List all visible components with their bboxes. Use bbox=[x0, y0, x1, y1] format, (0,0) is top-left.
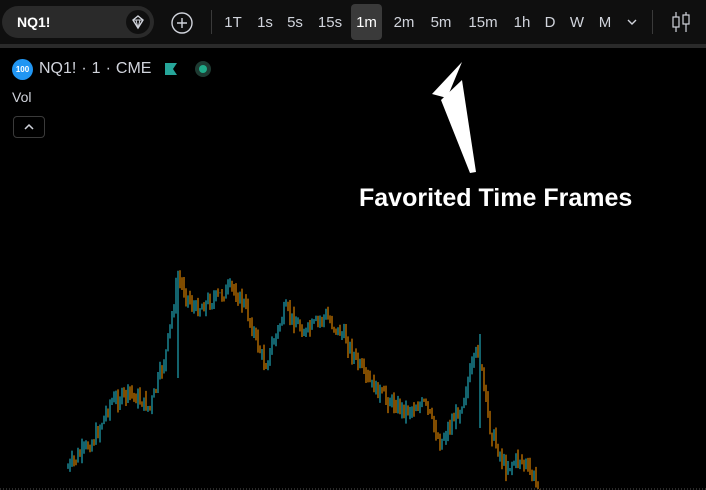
timeframe-1h-button[interactable]: 1h bbox=[508, 4, 536, 40]
toolbar-divider bbox=[211, 10, 212, 34]
toolbar-divider bbox=[652, 10, 653, 34]
timeframe-m-button[interactable]: M bbox=[594, 4, 616, 40]
chevron-down-icon[interactable] bbox=[622, 12, 642, 32]
candlestick-icon[interactable] bbox=[668, 9, 694, 35]
symbol-name: NQ1! bbox=[17, 14, 51, 30]
price-chart[interactable] bbox=[0, 48, 706, 490]
annotation-text: Favorited Time Frames bbox=[359, 184, 633, 212]
diamond-search-icon[interactable] bbox=[126, 10, 150, 34]
timeframe-1s-button[interactable]: 1s bbox=[254, 4, 276, 40]
timeframe-2m-button[interactable]: 2m bbox=[390, 4, 418, 40]
timeframe-d-button[interactable]: D bbox=[540, 4, 560, 40]
timeframe-1m-button[interactable]: 1m bbox=[351, 4, 382, 40]
timeframe-1t-button[interactable]: 1T bbox=[221, 4, 245, 40]
timeframe-5m-button[interactable]: 5m bbox=[426, 4, 456, 40]
symbol-search-box[interactable]: NQ1! bbox=[2, 6, 154, 38]
annotation-arrow bbox=[432, 62, 476, 173]
timeframe-15s-button[interactable]: 15s bbox=[314, 4, 346, 40]
timeframe-w-button[interactable]: W bbox=[565, 4, 589, 40]
timeframe-5s-button[interactable]: 5s bbox=[283, 4, 307, 40]
candle-series bbox=[67, 270, 541, 490]
top-toolbar: NQ1! 1T 1s 5s 15s 1m 2m 5m 15m 1h D W M bbox=[0, 0, 706, 48]
plus-circle-icon[interactable] bbox=[170, 11, 194, 35]
timeframe-15m-button[interactable]: 15m bbox=[464, 4, 502, 40]
